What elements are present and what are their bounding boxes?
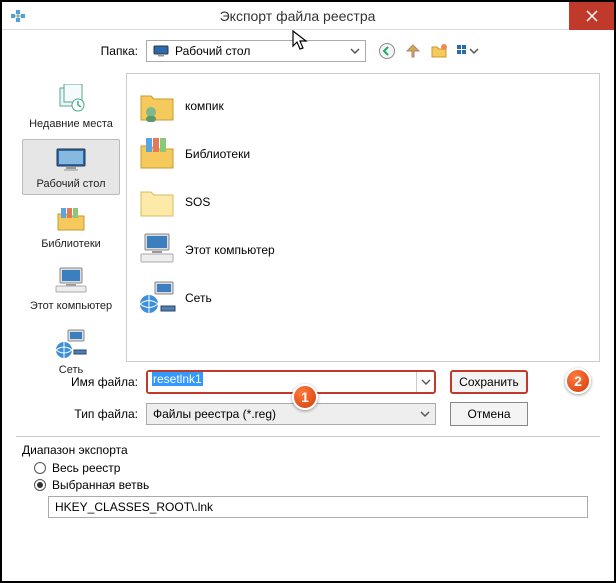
titlebar: Экспорт файла реестра <box>2 2 614 30</box>
cancel-button[interactable]: Отмена <box>450 402 528 426</box>
place-desktop[interactable]: Рабочий стол <box>22 139 120 195</box>
folder-row: Папка: Рабочий стол <box>16 40 600 62</box>
view-menu-icon[interactable] <box>456 42 474 60</box>
annotation-badge-1: 1 <box>292 384 318 410</box>
list-item-label: Этот компьютер <box>185 243 275 257</box>
filename-input[interactable]: resetlnk1 <box>146 370 436 394</box>
chevron-down-icon <box>349 45 361 57</box>
list-item-label: Сеть <box>185 291 212 305</box>
chevron-down-icon[interactable] <box>416 372 434 392</box>
window-title: Экспорт файла реестра <box>26 8 569 24</box>
folder-label: Папка: <box>16 44 146 58</box>
save-button[interactable]: Сохранить <box>450 370 528 394</box>
up-icon[interactable] <box>404 42 422 60</box>
place-label: Рабочий стол <box>25 178 117 190</box>
place-network[interactable]: Сеть <box>22 321 120 381</box>
branch-path-input[interactable]: HKEY_CLASSES_ROOT\.lnk <box>48 496 588 518</box>
place-label: Библиотеки <box>25 238 117 250</box>
libraries-icon <box>137 134 177 174</box>
radio-selected-branch[interactable]: Выбранная ветвь <box>34 478 600 492</box>
annotation-badge-2: 2 <box>565 368 591 394</box>
app-icon <box>10 8 26 24</box>
desktop-icon <box>54 146 88 174</box>
radio-all-registry[interactable]: Весь реестр <box>34 461 600 475</box>
file-list[interactable]: компик Библиотеки SOS Этот компьютер Сет… <box>126 73 600 362</box>
list-item-label: компик <box>185 99 224 113</box>
export-range-group: Диапазон экспорта Весь реестр Выбранная … <box>16 443 600 518</box>
chevron-down-icon <box>419 408 431 420</box>
list-item[interactable]: SOS <box>133 178 333 226</box>
list-item[interactable]: компик <box>133 82 333 130</box>
radio-icon <box>34 479 46 491</box>
list-item-label: Библиотеки <box>185 147 250 161</box>
export-range-title: Диапазон экспорта <box>22 443 600 457</box>
list-item-label: SOS <box>185 195 210 209</box>
place-libraries[interactable]: Библиотеки <box>22 199 120 255</box>
folder-select[interactable]: Рабочий стол <box>146 40 366 62</box>
radio-label: Весь реестр <box>52 461 120 475</box>
radio-icon <box>34 462 46 474</box>
back-icon[interactable] <box>378 42 396 60</box>
libraries-icon <box>54 206 88 234</box>
place-label: Недавние места <box>25 118 117 130</box>
folder-select-value: Рабочий стол <box>175 44 250 58</box>
radio-label: Выбранная ветвь <box>52 478 149 492</box>
close-button[interactable] <box>569 2 614 30</box>
filetype-value: Файлы реестра (*.reg) <box>153 407 276 421</box>
new-folder-icon[interactable] <box>430 42 448 60</box>
file-browser: Недавние места Рабочий стол Библиотеки Э… <box>16 72 600 362</box>
folder-icon <box>137 182 177 222</box>
filename-label: Имя файла: <box>16 375 146 389</box>
network-icon <box>54 328 88 360</box>
network-icon <box>137 278 177 318</box>
list-item[interactable]: Этот компьютер <box>133 226 333 274</box>
list-item[interactable]: Библиотеки <box>133 130 333 178</box>
filetype-select[interactable]: Файлы реестра (*.reg) <box>146 403 436 425</box>
place-label: Этот компьютер <box>25 300 117 312</box>
place-recent[interactable]: Недавние места <box>22 77 120 135</box>
list-item[interactable]: Сеть <box>133 274 333 322</box>
places-bar: Недавние места Рабочий стол Библиотеки Э… <box>16 73 126 362</box>
divider <box>16 436 600 437</box>
recent-icon <box>54 84 88 114</box>
filetype-label: Тип файла: <box>16 407 146 421</box>
computer-icon <box>54 266 88 296</box>
place-computer[interactable]: Этот компьютер <box>22 259 120 317</box>
computer-icon <box>137 230 177 270</box>
desktop-icon <box>153 45 169 57</box>
folder-user-icon <box>137 86 177 126</box>
